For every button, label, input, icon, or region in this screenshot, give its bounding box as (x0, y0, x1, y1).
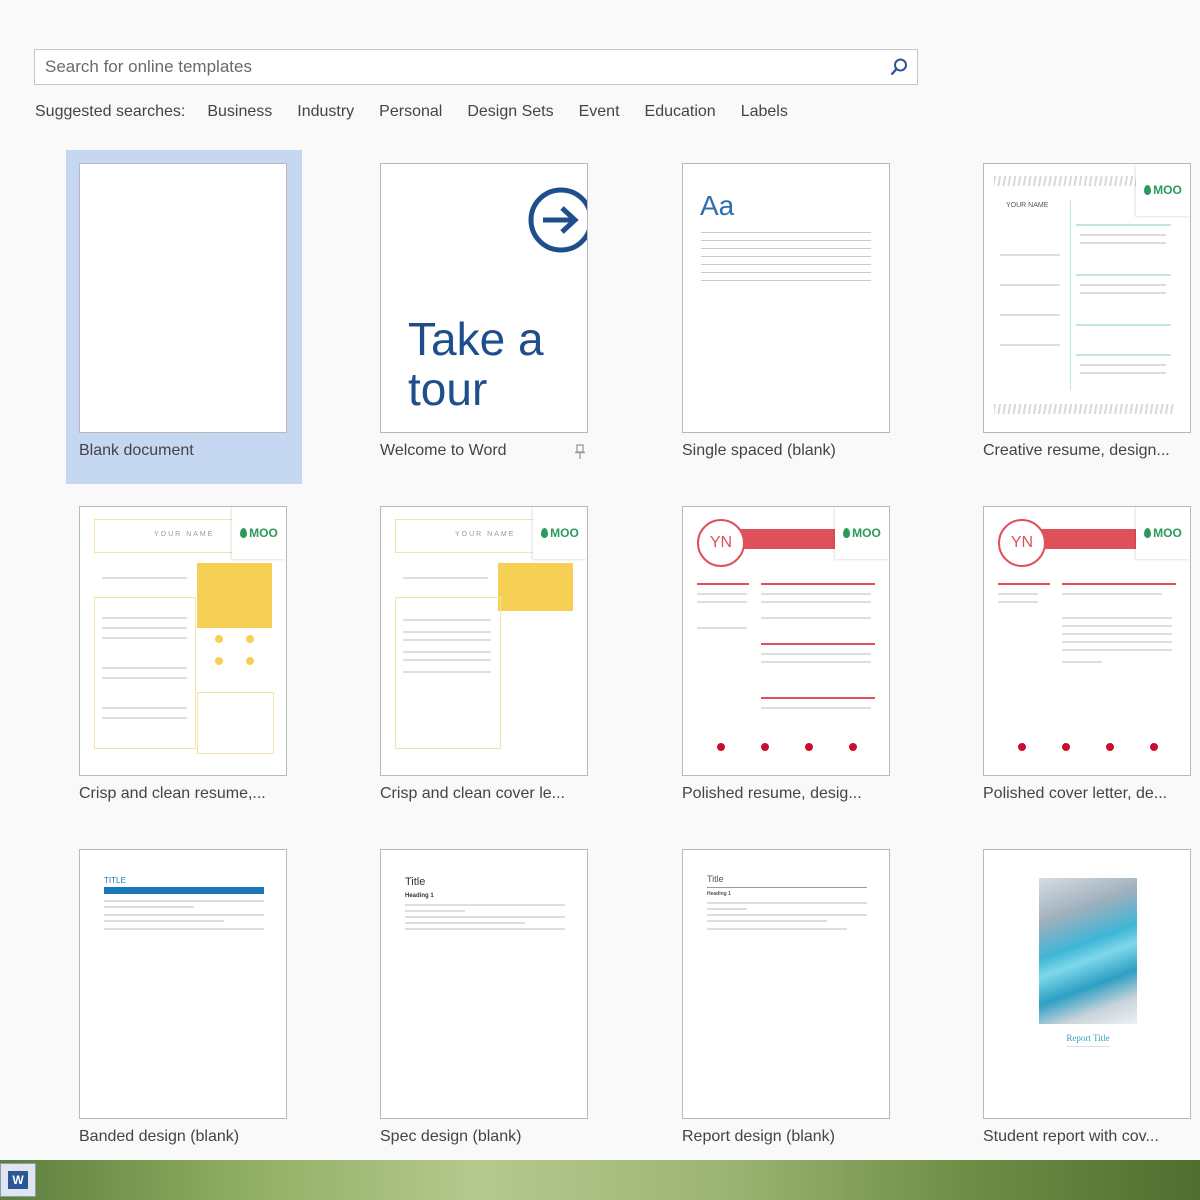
template-caption: Welcome to Word (380, 442, 507, 459)
template-tile-polished-resume[interactable]: YN MOO Polished resume, desig... (669, 493, 905, 827)
template-thumbnail: YOUR NAME MOO (983, 163, 1191, 433)
template-thumbnail: YOUR NAME MOO (380, 506, 588, 776)
moo-badge: MOO (1136, 164, 1190, 216)
suggested-link-event[interactable]: Event (579, 103, 620, 121)
template-tile-welcome-to-word[interactable]: Take a tour Welcome to Word (367, 150, 603, 484)
suggested-link-design-sets[interactable]: Design Sets (467, 103, 553, 121)
template-thumbnail: Aa (682, 163, 890, 433)
template-tile-student-report[interactable]: Report Title Student report with cov... (970, 836, 1200, 1170)
suggested-link-labels[interactable]: Labels (741, 103, 788, 121)
arrow-circle-icon (528, 187, 587, 253)
thumb-title-line-2: tour (408, 363, 488, 415)
word-icon: W (8, 1171, 28, 1189)
moo-badge: MOO (1136, 507, 1190, 559)
template-tile-single-spaced[interactable]: Aa Single spaced (blank) (669, 150, 905, 484)
thumb-title-line-1: Take a (408, 313, 544, 365)
thumb-name: YOUR NAME (154, 531, 215, 538)
taskbar (0, 1160, 1200, 1200)
template-caption: Polished cover letter, de... (983, 785, 1168, 802)
thumb-initials-circle: YN (697, 519, 745, 567)
template-thumbnail: YN MOO (983, 506, 1191, 776)
suggested-link-industry[interactable]: Industry (297, 103, 354, 121)
template-thumbnail: Report Title (983, 849, 1191, 1119)
template-tile-banded-design[interactable]: TITLE Banded design (blank) (66, 836, 302, 1170)
suggested-link-business[interactable]: Business (207, 103, 272, 121)
template-tile-report-design[interactable]: Title Heading 1 Report design (blank) (669, 836, 905, 1170)
thumb-title: TITLE (104, 876, 126, 885)
template-caption: Polished resume, desig... (682, 785, 862, 802)
template-tile-crisp-resume[interactable]: YOUR NAME MOO Crisp and clean resume,... (66, 493, 302, 827)
template-caption: Report design (blank) (682, 1128, 835, 1145)
template-tile-crisp-cover-letter[interactable]: YOUR NAME MOO Crisp and clean cover le..… (367, 493, 603, 827)
search-icon[interactable] (889, 57, 909, 77)
search-input[interactable] (35, 50, 895, 84)
cover-photo (1039, 878, 1137, 1024)
moo-badge: MOO (232, 507, 286, 559)
thumb-name: YOUR NAME (455, 531, 516, 538)
template-tile-creative-resume[interactable]: YOUR NAME MOO Creative resume, design... (970, 150, 1200, 484)
moo-badge: MOO (835, 507, 889, 559)
template-thumbnail: YOUR NAME MOO (79, 506, 287, 776)
template-caption: Single spaced (blank) (682, 442, 836, 459)
template-thumbnail (79, 163, 287, 433)
template-tile-polished-cover-letter[interactable]: YN MOO Polished cover letter, de... (970, 493, 1200, 827)
template-tile-blank-document[interactable]: Blank document (66, 150, 302, 484)
template-caption: Crisp and clean resume,... (79, 785, 266, 802)
template-caption: Blank document (79, 442, 194, 459)
thumb-title: Report Title (1066, 1033, 1110, 1043)
template-thumbnail: Title Heading 1 (380, 849, 588, 1119)
thumb-sample-text: Aa (700, 190, 735, 221)
thumb-heading: Heading 1 (405, 893, 434, 899)
template-thumbnail: TITLE (79, 849, 287, 1119)
taskbar-word-button[interactable]: W (0, 1163, 36, 1197)
thumb-heading: Heading 1 (707, 891, 731, 897)
suggested-link-personal[interactable]: Personal (379, 103, 442, 121)
template-thumbnail: YN MOO (682, 506, 890, 776)
template-caption: Banded design (blank) (79, 1128, 240, 1145)
thumb-name: YOUR NAME (1006, 202, 1049, 209)
suggested-link-education[interactable]: Education (645, 103, 716, 121)
moo-badge: MOO (533, 507, 587, 559)
thumb-title: Title (405, 876, 426, 888)
thumb-initials-circle: YN (998, 519, 1046, 567)
thumb-title: Title (707, 874, 724, 884)
template-caption: Student report with cov... (983, 1128, 1159, 1145)
pin-icon[interactable] (573, 444, 587, 460)
template-tile-spec-design[interactable]: Title Heading 1 Spec design (blank) (367, 836, 603, 1170)
template-caption: Creative resume, design... (983, 442, 1170, 459)
suggested-searches: Suggested searches: Business Industry Pe… (35, 100, 813, 124)
template-thumbnail: Take a tour (380, 163, 588, 433)
template-caption: Spec design (blank) (380, 1128, 522, 1145)
suggested-searches-label: Suggested searches: (35, 103, 186, 120)
template-thumbnail: Title Heading 1 (682, 849, 890, 1119)
template-search-box[interactable] (34, 49, 918, 85)
template-caption: Crisp and clean cover le... (380, 785, 565, 802)
